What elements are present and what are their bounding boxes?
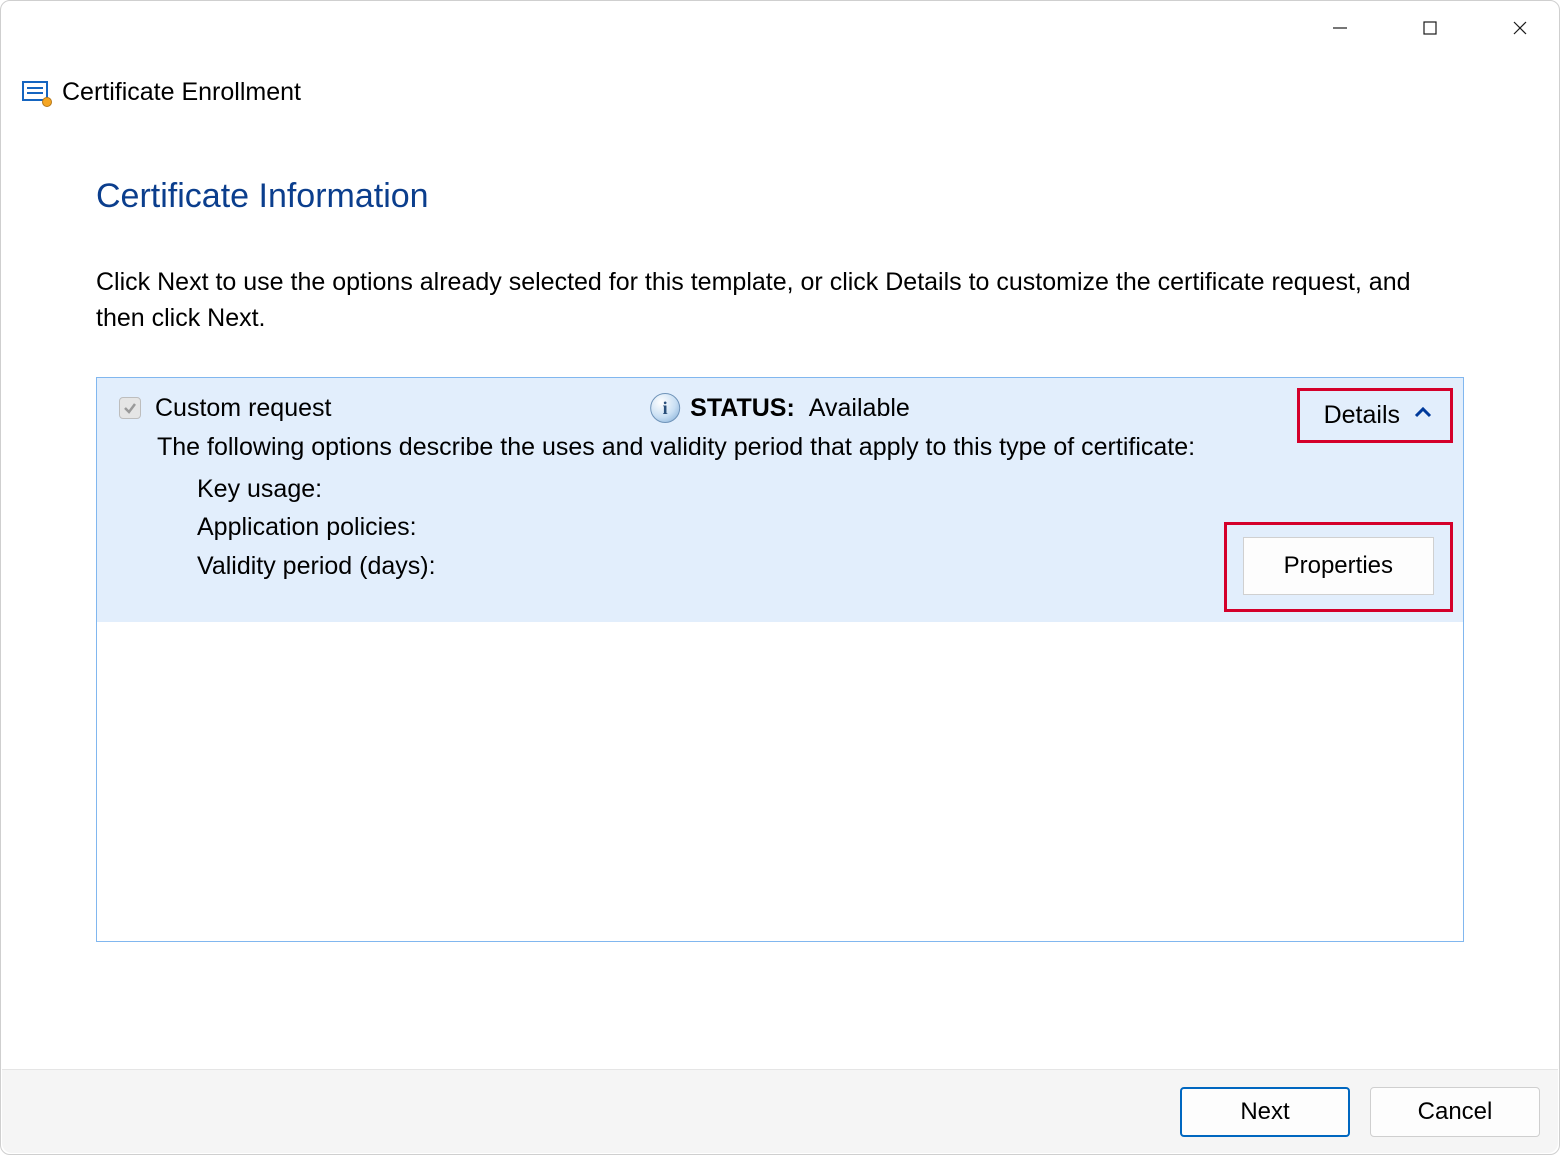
instructions-text: Click Next to use the options already se… bbox=[96, 264, 1464, 337]
status-label: STATUS: bbox=[690, 394, 795, 423]
status-value: Available bbox=[809, 394, 910, 423]
cancel-button[interactable]: Cancel bbox=[1370, 1087, 1540, 1137]
certificate-item-header: Custom request i STATUS: Available Detai… bbox=[119, 394, 1441, 423]
content-area: Certificate Information Click Next to us… bbox=[0, 107, 1560, 942]
chevron-up-icon bbox=[1414, 406, 1432, 424]
titlebar bbox=[0, 0, 1560, 48]
properties-button[interactable]: Properties bbox=[1243, 537, 1434, 595]
certificate-icon bbox=[22, 81, 50, 105]
details-toggle-label: Details bbox=[1324, 401, 1400, 430]
certificate-description: The following options describe the uses … bbox=[157, 433, 1441, 462]
minimize-button[interactable] bbox=[1310, 8, 1370, 48]
window-title: Certificate Enrollment bbox=[62, 78, 301, 107]
maximize-button[interactable] bbox=[1400, 8, 1460, 48]
section-heading: Certificate Information bbox=[96, 177, 1464, 216]
key-usage-field: Key usage: bbox=[197, 470, 1441, 509]
next-button[interactable]: Next bbox=[1180, 1087, 1350, 1137]
info-icon: i bbox=[650, 393, 680, 423]
certificate-checkbox[interactable] bbox=[119, 397, 141, 419]
header: Certificate Enrollment bbox=[0, 78, 1560, 107]
footer-bar: Next Cancel bbox=[2, 1069, 1558, 1153]
details-toggle[interactable]: Details bbox=[1297, 388, 1453, 443]
certificate-panel: Custom request i STATUS: Available Detai… bbox=[96, 377, 1464, 942]
status-block: i STATUS: Available bbox=[650, 393, 910, 423]
certificate-name: Custom request bbox=[155, 394, 331, 423]
close-button[interactable] bbox=[1490, 8, 1550, 48]
certificate-details-body: The following options describe the uses … bbox=[119, 423, 1441, 614]
properties-button-highlight: Properties bbox=[1224, 522, 1453, 612]
certificate-item: Custom request i STATUS: Available Detai… bbox=[97, 378, 1463, 622]
